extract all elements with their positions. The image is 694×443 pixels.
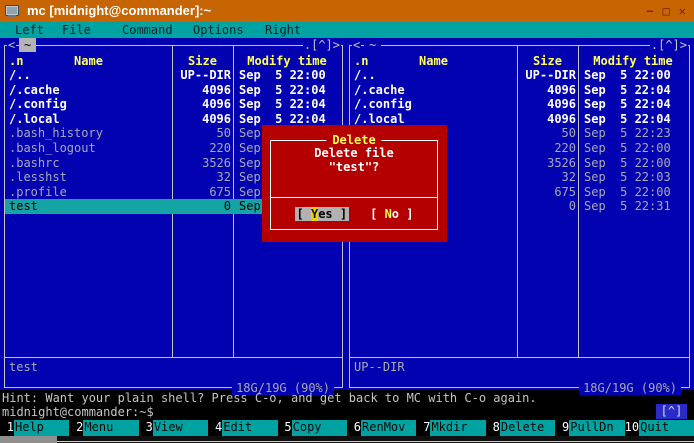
column-header-mtime[interactable]: Modify time	[233, 54, 341, 68]
delete-dialog: Delete Delete file "test"? [ Yes ] [ No …	[262, 125, 447, 242]
shell-prompt[interactable]: midnight@commander:~$	[2, 405, 154, 419]
scrollbar-thumb[interactable]	[0, 436, 57, 443]
panel-updir-corner[interactable]: .[^]>	[650, 38, 688, 52]
dialog-buttons: [ Yes ] [ No ]	[271, 197, 437, 229]
fkey-menu[interactable]: 2Menu	[69, 420, 138, 436]
window-title-bar[interactable]: mc [midnight@commander]:~ − □ ✕	[0, 0, 694, 22]
column-header-size[interactable]: Size	[172, 54, 233, 68]
mini-status: UP--DIR	[354, 360, 405, 374]
dialog-frame: Delete Delete file "test"? [ Yes ] [ No …	[270, 140, 438, 230]
window-title: mc [midnight@commander]:~	[27, 4, 211, 18]
menu-item-file[interactable]: File	[62, 23, 91, 37]
dialog-message-line2: "test"?	[271, 160, 437, 174]
column-header-name[interactable]: Name	[350, 54, 517, 68]
mini-status-divider	[5, 357, 342, 358]
panel-back-arrow[interactable]: <	[7, 38, 16, 52]
dialog-title: Delete	[326, 133, 381, 147]
no-button[interactable]: [ No ]	[370, 207, 413, 221]
menu-item-options[interactable]: Options	[193, 23, 244, 37]
column-header-mtime[interactable]: Modify time	[578, 54, 688, 68]
panel-updir-corner[interactable]: .[^]>	[303, 38, 341, 52]
file-row-[interactable]: /..UP--DIRSep 5 22:00	[5, 68, 342, 83]
mc-main-area: < ~ .[^]> .n Name Size Modify time /..UP…	[0, 38, 694, 390]
function-key-bar: 1Help2Menu3View4Edit5Copy6RenMov7Mkdir8D…	[0, 420, 694, 436]
file-row-config[interactable]: /.config4096Sep 5 22:04	[350, 97, 689, 112]
column-headers: .n Name Size Modify time	[350, 54, 689, 68]
panel-back-arrow[interactable]: <	[352, 38, 361, 52]
panel-path-tab[interactable]: ~	[364, 38, 381, 52]
menu-item-right[interactable]: Right	[265, 23, 301, 37]
fkey-delete[interactable]: 8Delete	[486, 420, 555, 436]
scrollbar-track-line	[57, 441, 694, 442]
hint-line: Hint: Want your plain shell? Press C-o, …	[2, 391, 537, 405]
disk-usage: 18G/19G (90%)	[579, 381, 681, 395]
fkey-mkdir[interactable]: 7Mkdir	[416, 420, 485, 436]
fkey-renmov[interactable]: 6RenMov	[347, 420, 416, 436]
bottom-scrollbar[interactable]	[0, 436, 694, 443]
file-row-[interactable]: /..UP--DIRSep 5 22:00	[350, 68, 689, 83]
yes-button[interactable]: [ Yes ]	[295, 207, 350, 221]
terminal-icon	[5, 4, 20, 18]
mini-status: test	[9, 360, 38, 374]
panel-path-tab[interactable]: ~	[19, 38, 36, 52]
column-header-size[interactable]: Size	[517, 54, 578, 68]
fkey-copy[interactable]: 5Copy	[278, 420, 347, 436]
file-row-cache[interactable]: /.cache4096Sep 5 22:04	[350, 83, 689, 98]
column-header-name[interactable]: Name	[5, 54, 172, 68]
fkey-pulldn[interactable]: 9PullDn	[555, 420, 624, 436]
dialog-message-line1: Delete file	[271, 146, 437, 160]
fkey-quit[interactable]: 10Quit	[625, 420, 694, 436]
close-icon[interactable]: ✕	[679, 4, 686, 18]
menu-item-left[interactable]: Left	[15, 23, 44, 37]
scroll-up-indicator[interactable]: [^]	[656, 404, 687, 419]
maximize-icon[interactable]: □	[663, 4, 670, 18]
column-headers: .n Name Size Modify time	[5, 54, 342, 68]
minimize-icon[interactable]: −	[646, 4, 653, 18]
menu-item-command[interactable]: Command	[122, 23, 173, 37]
menu-bar: Left File Command Options Right	[0, 22, 694, 38]
fkey-view[interactable]: 3View	[139, 420, 208, 436]
mini-status-divider	[350, 357, 689, 358]
file-row-config[interactable]: /.config4096Sep 5 22:04	[5, 97, 342, 112]
mc-terminal-window: mc [midnight@commander]:~ − □ ✕ Left File…	[0, 0, 694, 443]
fkey-edit[interactable]: 4Edit	[208, 420, 277, 436]
fkey-help[interactable]: 1Help	[0, 420, 69, 436]
file-row-cache[interactable]: /.cache4096Sep 5 22:04	[5, 83, 342, 98]
